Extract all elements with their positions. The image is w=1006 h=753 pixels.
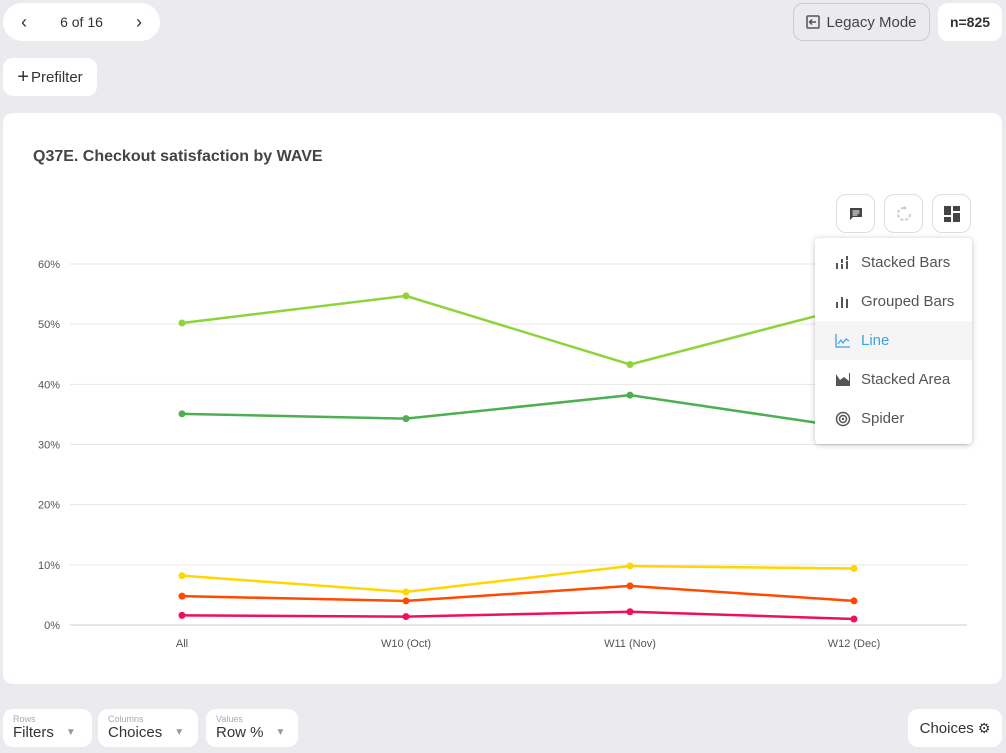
series-4 [178, 608, 858, 623]
prefilter-button[interactable]: + Prefilter [3, 58, 97, 96]
plus-icon: + [17, 65, 29, 88]
caret-down-icon: ▼ [174, 727, 185, 738]
columns-caption: Columns [108, 714, 144, 724]
pager-label: 6 of 16 [60, 14, 103, 30]
values-value: Row % [216, 724, 264, 741]
menu-item-grouped-bars[interactable]: Grouped Bars [815, 282, 972, 321]
grouped-bars-icon [836, 296, 848, 308]
series-line [181, 294, 855, 366]
x-tick-label: W10 (Oct) [381, 638, 431, 650]
data-point[interactable] [626, 562, 634, 570]
chart-type-menu: Stacked Bars Grouped Bars Line Stacked Area… [815, 238, 972, 444]
x-tick-label: W12 (Dec) [828, 638, 881, 650]
spider-icon [835, 411, 851, 426]
data-point[interactable] [178, 611, 186, 619]
menu-item-label: Line [861, 332, 890, 349]
y-tick-label: 20% [38, 500, 60, 512]
legacy-mode-button[interactable]: Legacy Mode [793, 3, 930, 41]
series-1 [178, 391, 858, 432]
series-2 [178, 562, 858, 596]
data-point[interactable] [178, 319, 186, 327]
x-tick-label: W11 (Nov) [604, 638, 656, 650]
columns-value: Choices [108, 724, 163, 741]
area-chart-icon [836, 372, 850, 386]
legacy-mode-label: Legacy Mode [826, 13, 917, 31]
values-caption: Values [216, 714, 243, 724]
menu-item-label: Stacked Bars [861, 254, 951, 271]
data-point[interactable] [626, 608, 634, 616]
caret-down-icon: ▼ [65, 727, 76, 738]
data-point[interactable] [850, 564, 858, 572]
y-tick-label: 0% [44, 620, 60, 632]
x-tick-label: All [176, 638, 188, 650]
data-point[interactable] [402, 415, 410, 423]
rows-value: Filters [13, 724, 54, 741]
chart-card: Q37E. Checkout satisfaction by WAVE 0% 10… [3, 113, 1002, 684]
data-point[interactable] [626, 582, 634, 590]
prefilter-label: Prefilter [31, 68, 83, 86]
menu-item-label: Grouped Bars [861, 293, 955, 310]
choices-label: Choices [919, 719, 974, 737]
caret-down-icon: ▼ [275, 727, 286, 738]
menu-item-label: Spider [861, 410, 905, 427]
data-point[interactable] [850, 615, 858, 623]
chevron-right-icon[interactable]: › [136, 12, 142, 33]
y-tick-label: 10% [38, 560, 60, 572]
menu-item-label: Stacked Area [861, 371, 951, 388]
series-line [181, 564, 855, 594]
sample-size: n=825 [949, 14, 991, 30]
series-line [181, 584, 855, 603]
pager: ‹ 6 of 16 › [3, 3, 160, 41]
stacked-bars-icon [836, 255, 848, 269]
menu-item-stacked-bars[interactable]: Stacked Bars [815, 243, 972, 282]
data-point[interactable] [402, 597, 410, 605]
sample-size-badge: n=825 [938, 3, 1002, 41]
menu-item-spider[interactable]: Spider [815, 399, 972, 438]
y-tick-label: 30% [38, 440, 60, 452]
data-point[interactable] [402, 292, 410, 300]
line-chart-icon [835, 333, 850, 348]
values-dropdown[interactable]: Values Row % ▼ [206, 709, 298, 747]
data-point[interactable] [850, 597, 858, 605]
rows-caption: Rows [13, 714, 36, 724]
choices-settings-button[interactable]: Choices ⚙ [908, 709, 1002, 747]
data-point[interactable] [178, 410, 186, 418]
menu-item-line[interactable]: Line [815, 321, 972, 360]
series-line [181, 610, 855, 621]
data-point[interactable] [402, 613, 410, 621]
y-tick-label: 50% [38, 319, 60, 331]
rows-dropdown[interactable]: Rows Filters ▼ [3, 709, 92, 747]
data-point[interactable] [402, 588, 410, 596]
series-0 [178, 292, 858, 368]
data-point[interactable] [178, 592, 186, 600]
exit-icon [806, 15, 821, 29]
series-line [181, 393, 855, 430]
gear-icon: ⚙ [977, 719, 991, 736]
y-tick-label: 40% [38, 379, 60, 391]
chevron-left-icon[interactable]: ‹ [21, 12, 27, 33]
data-point[interactable] [626, 360, 634, 368]
menu-item-stacked-area[interactable]: Stacked Area [815, 360, 972, 399]
data-point[interactable] [178, 572, 186, 580]
columns-dropdown[interactable]: Columns Choices ▼ [98, 709, 198, 747]
data-point[interactable] [626, 391, 634, 399]
series-3 [178, 582, 858, 605]
y-tick-label: 60% [38, 259, 60, 271]
